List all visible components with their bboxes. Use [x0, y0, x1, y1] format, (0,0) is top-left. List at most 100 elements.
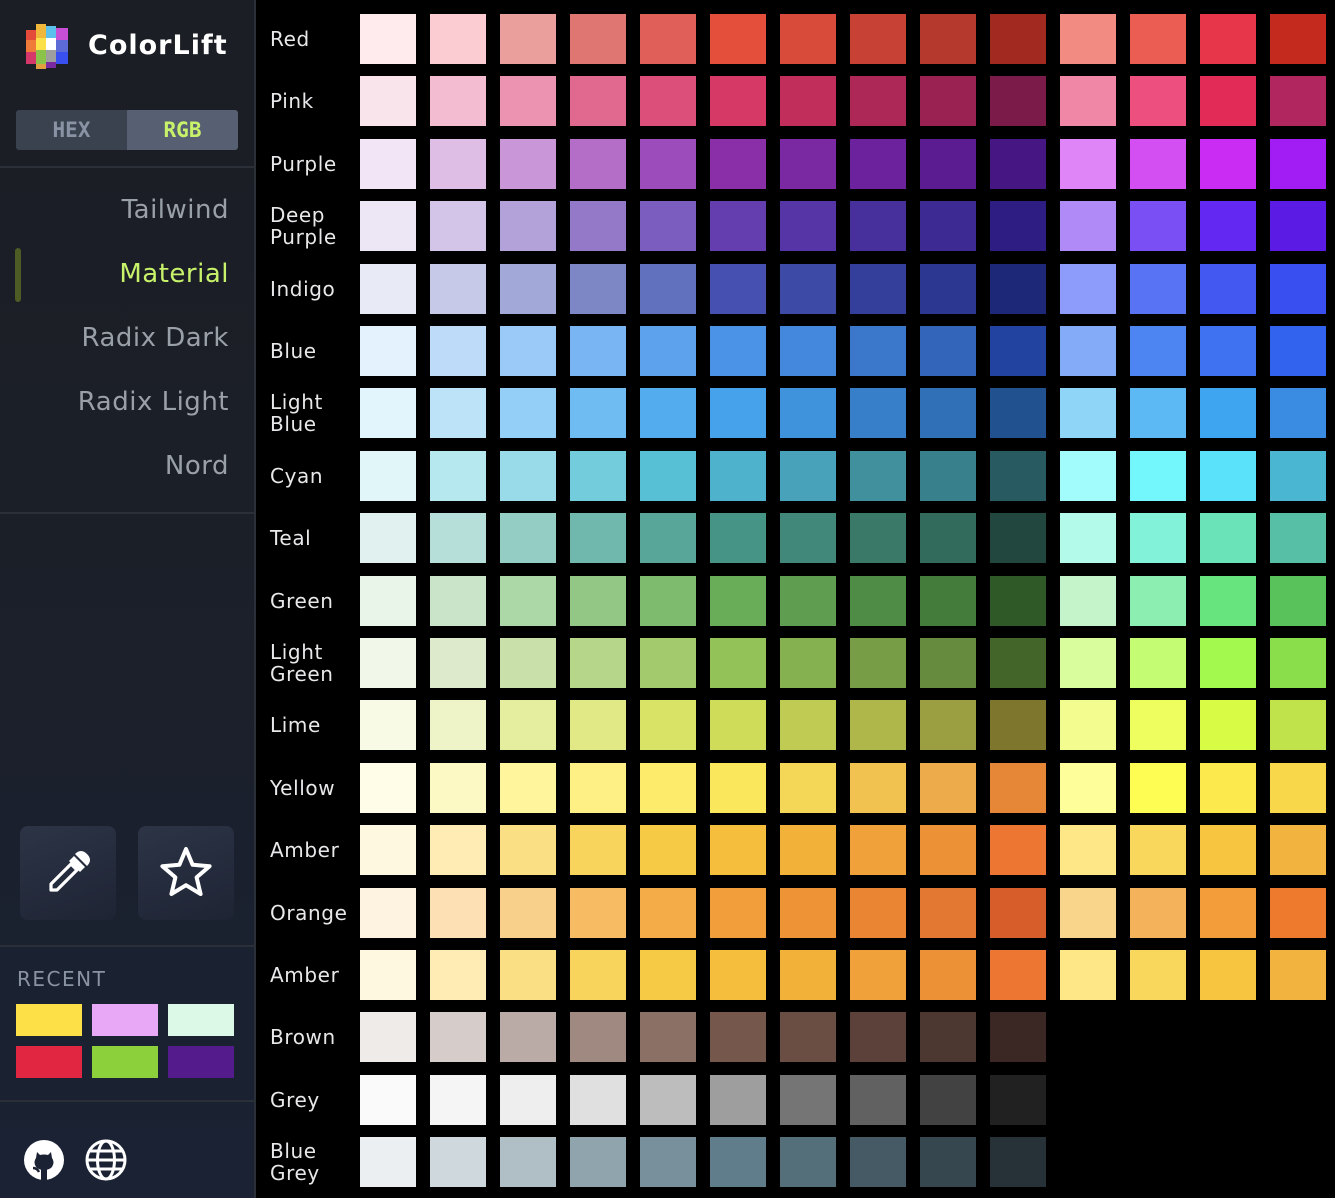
color-swatch[interactable] — [570, 388, 626, 439]
color-swatch[interactable] — [430, 14, 486, 64]
color-swatch[interactable] — [780, 638, 836, 688]
color-swatch[interactable] — [570, 513, 626, 564]
color-swatch[interactable] — [920, 950, 976, 1000]
color-swatch[interactable] — [780, 201, 836, 252]
color-swatch[interactable] — [780, 950, 836, 1000]
color-swatch[interactable] — [920, 326, 976, 376]
color-swatch[interactable] — [1130, 887, 1186, 938]
color-swatch[interactable] — [640, 513, 696, 564]
color-swatch[interactable] — [920, 1137, 976, 1188]
color-swatch[interactable] — [640, 1012, 696, 1063]
color-swatch[interactable] — [1270, 14, 1326, 64]
color-swatch[interactable] — [780, 326, 836, 376]
color-swatch[interactable] — [990, 700, 1046, 751]
color-swatch[interactable] — [430, 1074, 486, 1125]
color-swatch[interactable] — [1200, 762, 1256, 813]
color-swatch[interactable] — [1060, 138, 1116, 189]
color-swatch[interactable] — [920, 14, 976, 64]
color-swatch[interactable] — [710, 138, 766, 189]
color-swatch[interactable] — [1130, 700, 1186, 751]
color-swatch[interactable] — [430, 201, 486, 252]
color-swatch[interactable] — [1130, 263, 1186, 314]
color-swatch[interactable] — [990, 388, 1046, 439]
color-swatch[interactable] — [920, 76, 976, 127]
color-swatch[interactable] — [640, 76, 696, 127]
color-swatch[interactable] — [780, 263, 836, 314]
color-swatch[interactable] — [570, 201, 626, 252]
color-swatch[interactable] — [710, 263, 766, 314]
color-swatch[interactable] — [1200, 263, 1256, 314]
color-swatch[interactable] — [780, 388, 836, 439]
color-swatch[interactable] — [1130, 450, 1186, 501]
recent-swatch[interactable] — [16, 1004, 82, 1036]
color-swatch[interactable] — [990, 513, 1046, 564]
color-swatch[interactable] — [850, 762, 906, 813]
color-swatch[interactable] — [360, 762, 416, 813]
color-swatch[interactable] — [500, 263, 556, 314]
palette-item-material[interactable]: Material — [0, 242, 254, 306]
color-swatch[interactable] — [710, 201, 766, 252]
color-swatch[interactable] — [500, 450, 556, 501]
color-swatch[interactable] — [710, 950, 766, 1000]
color-swatch[interactable] — [710, 326, 766, 376]
color-swatch[interactable] — [570, 14, 626, 64]
color-swatch[interactable] — [570, 638, 626, 688]
color-swatch[interactable] — [360, 1012, 416, 1063]
color-swatch[interactable] — [640, 700, 696, 751]
color-swatch[interactable] — [500, 76, 556, 127]
color-swatch[interactable] — [430, 1012, 486, 1063]
color-swatch[interactable] — [500, 14, 556, 64]
color-swatch[interactable] — [990, 263, 1046, 314]
color-swatch[interactable] — [780, 14, 836, 64]
color-swatch[interactable] — [1130, 575, 1186, 626]
color-swatch[interactable] — [1060, 950, 1116, 1000]
color-swatch[interactable] — [1200, 14, 1256, 64]
color-swatch[interactable] — [1200, 575, 1256, 626]
color-swatch[interactable] — [1270, 450, 1326, 501]
recent-swatch[interactable] — [168, 1004, 234, 1036]
color-swatch[interactable] — [360, 575, 416, 626]
color-swatch[interactable] — [850, 1074, 906, 1125]
color-swatch[interactable] — [710, 762, 766, 813]
color-swatch[interactable] — [990, 201, 1046, 252]
color-swatch[interactable] — [360, 14, 416, 64]
color-swatch[interactable] — [1270, 76, 1326, 127]
color-swatch[interactable] — [1130, 762, 1186, 813]
color-swatch[interactable] — [920, 450, 976, 501]
recent-swatch[interactable] — [92, 1004, 158, 1036]
color-swatch[interactable] — [850, 263, 906, 314]
color-swatch[interactable] — [920, 263, 976, 314]
color-swatch[interactable] — [990, 138, 1046, 189]
color-swatch[interactable] — [360, 1074, 416, 1125]
color-swatch[interactable] — [1130, 138, 1186, 189]
color-swatch[interactable] — [990, 825, 1046, 876]
color-swatch[interactable] — [1200, 326, 1256, 376]
color-swatch[interactable] — [780, 825, 836, 876]
color-swatch[interactable] — [1270, 887, 1326, 938]
color-swatch[interactable] — [570, 575, 626, 626]
color-swatch[interactable] — [430, 138, 486, 189]
recent-swatch[interactable] — [92, 1046, 158, 1078]
color-swatch[interactable] — [1060, 14, 1116, 64]
color-swatch[interactable] — [360, 513, 416, 564]
color-swatch[interactable] — [640, 1137, 696, 1188]
color-swatch[interactable] — [360, 950, 416, 1000]
color-swatch[interactable] — [1270, 825, 1326, 876]
color-swatch[interactable] — [850, 388, 906, 439]
color-swatch[interactable] — [1060, 263, 1116, 314]
color-swatch[interactable] — [1060, 326, 1116, 376]
color-swatch[interactable] — [850, 450, 906, 501]
color-swatch[interactable] — [430, 825, 486, 876]
color-swatch[interactable] — [850, 638, 906, 688]
color-swatch[interactable] — [710, 1074, 766, 1125]
github-icon[interactable] — [22, 1138, 66, 1182]
color-swatch[interactable] — [920, 575, 976, 626]
color-swatch[interactable] — [710, 887, 766, 938]
color-swatch[interactable] — [360, 388, 416, 439]
color-swatch[interactable] — [710, 575, 766, 626]
color-swatch[interactable] — [640, 263, 696, 314]
color-swatch[interactable] — [640, 887, 696, 938]
color-swatch[interactable] — [1270, 138, 1326, 189]
color-swatch[interactable] — [640, 1074, 696, 1125]
color-swatch[interactable] — [850, 700, 906, 751]
